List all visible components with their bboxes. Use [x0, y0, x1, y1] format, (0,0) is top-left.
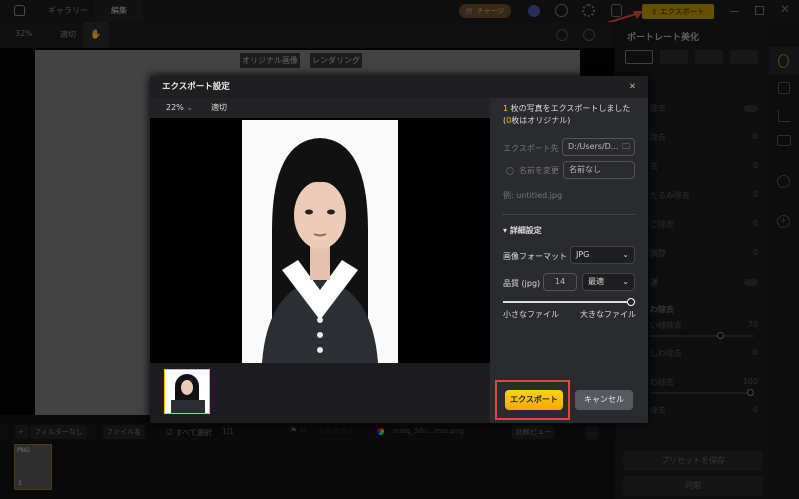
cancel-button[interactable]: キャンセル	[575, 390, 633, 410]
portrait-image	[242, 120, 398, 363]
export-preview	[150, 118, 490, 363]
rename-radio[interactable]	[506, 167, 514, 175]
destination-label: エクスポート先	[503, 144, 559, 153]
thumb-index: 1	[168, 405, 172, 412]
rename-field[interactable]: 名前なし	[563, 161, 635, 179]
filename-example: 例: untitled.jpg	[503, 191, 563, 200]
quality-label: 品質 (jpg)	[503, 279, 541, 288]
export-dialog: エクスポート設定 ✕ 22% ⌄ 適切 1 1 枚の写真をエクスポートしました(…	[150, 76, 648, 423]
folder-icon[interactable]: 🗀	[622, 139, 630, 155]
advanced-settings-toggle[interactable]: ▾ 詳細設定	[503, 225, 542, 236]
rename-label: 名前を変更	[519, 166, 559, 175]
chevron-down-icon: ⌄	[622, 250, 629, 259]
dialog-zoom-value: 22%	[166, 103, 184, 112]
advanced-label: 詳細設定	[509, 226, 542, 235]
quality-preset-select[interactable]: 最適 ⌄	[582, 273, 635, 291]
export-summary: 1 枚の写真をエクスポートしました (0枚はオリジナル)	[503, 103, 630, 127]
format-value: JPG	[576, 250, 590, 259]
chevron-down-icon: ⌄	[186, 103, 194, 112]
export-filmstrip: 1	[150, 363, 490, 423]
dialog-fit-button[interactable]: 適切	[211, 98, 227, 118]
dialog-header: エクスポート設定 ✕	[150, 76, 648, 98]
destination-field[interactable]: D:/Users/D... 🗀	[562, 138, 635, 156]
export-settings: 1 枚の写真をエクスポートしました (0枚はオリジナル) エクスポート先 D:/U…	[490, 98, 648, 423]
quality-input[interactable]: 14	[543, 273, 577, 291]
dialog-title: エクスポート設定	[162, 82, 230, 92]
small-file-label: 小さなファイル	[503, 310, 559, 319]
summary-count: 1	[503, 104, 509, 113]
quality-preset-value: 最適	[588, 277, 604, 286]
summary-text: 枚の写真をエクスポートしました	[510, 104, 631, 113]
file-size-slider[interactable]	[503, 298, 635, 306]
dialog-toolbar: 22% ⌄ 適切	[150, 98, 490, 118]
large-file-label: 大きなファイル	[580, 310, 636, 319]
dialog-close-icon[interactable]: ✕	[629, 76, 636, 98]
destination-value: D:/Users/D...	[568, 142, 619, 151]
summary-orig-text: 枚はオリジナル)	[511, 116, 571, 125]
export-button[interactable]: エクスポート	[505, 390, 563, 410]
dialog-zoom-select[interactable]: 22% ⌄	[166, 98, 193, 118]
export-thumbnail[interactable]: 1	[164, 369, 210, 414]
chevron-down-icon: ⌄	[622, 277, 629, 286]
divider	[502, 214, 635, 215]
format-select[interactable]: JPG ⌄	[570, 246, 635, 264]
format-label: 画像フォーマット	[503, 252, 567, 261]
